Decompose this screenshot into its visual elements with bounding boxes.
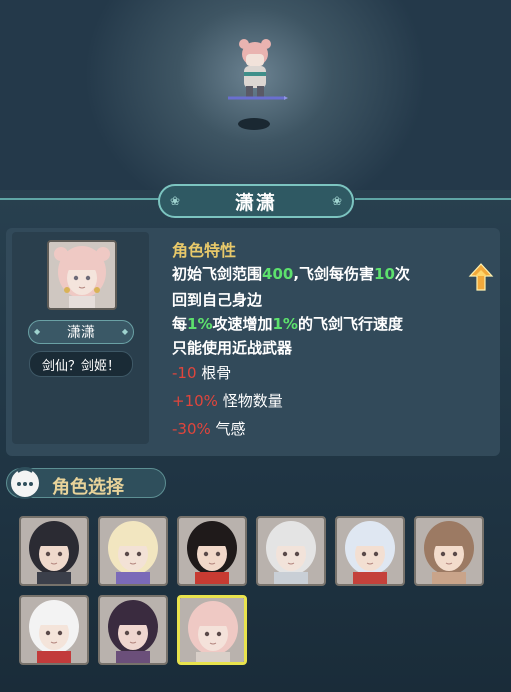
character-option-2[interactable]: [98, 516, 168, 586]
trait-text: 初始飞剑范围: [172, 265, 263, 283]
trait-text: 攻速增加: [212, 315, 273, 333]
character-option-1[interactable]: [19, 516, 89, 586]
upgrade-arrow-icon[interactable]: [468, 262, 494, 292]
character-option-6[interactable]: [414, 516, 484, 586]
traits-heading: 角色特性: [172, 241, 237, 260]
trait-text: ,飞剑每伤害: [293, 265, 375, 283]
stat-value: -30%: [172, 420, 211, 438]
trait-text: 每: [172, 315, 188, 333]
character-option-4[interactable]: [256, 516, 326, 586]
character-select-title: 角色选择: [52, 477, 124, 498]
character-name: 潇潇: [67, 325, 95, 341]
divider-right: [355, 198, 511, 200]
character-option-8[interactable]: [98, 595, 168, 665]
character-subtitle: 剑仙？剑姬！: [41, 358, 120, 374]
trait-line: 每1%攻速增加1%的飞剑飞行速度: [172, 313, 403, 334]
trait-line: 初始飞剑范围400,飞剑每伤害10次: [172, 263, 410, 284]
stat-label: 气感: [210, 420, 246, 438]
diamond-icon: ◆: [34, 327, 41, 336]
trait-text: 回到自己身边: [172, 291, 263, 309]
character-portrait: [47, 240, 117, 310]
stat-value: -10: [172, 364, 197, 382]
trait-text: 只能使用近战武器: [172, 339, 293, 357]
character-option-5[interactable]: [335, 516, 405, 586]
character-name-pill: ◆ 潇潇 ◆: [28, 320, 134, 344]
stat-modifier: -10 根骨: [172, 362, 231, 383]
stat-label: 根骨: [196, 364, 232, 382]
character-option-3[interactable]: [177, 516, 247, 586]
stat-modifier: +10% 怪物数量: [172, 390, 283, 411]
stat-value: +10%: [172, 392, 218, 410]
character-option-9[interactable]: [177, 595, 247, 665]
divider-left: [0, 198, 160, 200]
trait-value: 400: [262, 265, 294, 283]
trait-text: 的飞剑飞行速度: [297, 315, 403, 333]
character-subtitle-pill: 剑仙？剑姬！: [29, 351, 133, 377]
flower-icon: ❀: [331, 194, 342, 208]
stat-label: 怪物数量: [217, 392, 283, 410]
hero-sprite: [228, 39, 288, 100]
chat-bubble-icon: [9, 467, 41, 499]
hero-shadow: [238, 118, 270, 130]
trait-line: 回到自己身边: [172, 289, 262, 310]
hero-name-banner: ❀ 潇潇 ❀: [158, 184, 354, 218]
trait-text: 次: [394, 265, 410, 283]
trait-value: 1%: [187, 315, 213, 333]
trait-value: 1%: [272, 315, 298, 333]
hero-name-title: 潇潇: [234, 191, 277, 214]
character-option-7[interactable]: [19, 595, 89, 665]
diamond-icon: ◆: [121, 327, 128, 336]
flower-icon: ❀: [170, 194, 181, 208]
trait-value: 10: [374, 265, 395, 283]
stat-modifier: -30% 气感: [172, 418, 246, 439]
trait-line: 只能使用近战武器: [172, 337, 292, 358]
